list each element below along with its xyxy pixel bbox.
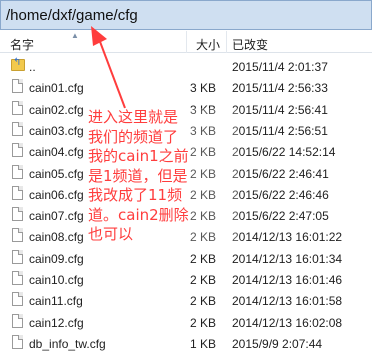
annotation-note: 进入这里就是 我们的频道了 我的cain1之前 是1频道，但是 我改成了11频 道。cai… bbox=[88, 108, 238, 245]
arrow-shaft bbox=[98, 38, 126, 109]
annotation-line: 我改成了11频 bbox=[88, 186, 183, 204]
annotation-line: 我的cain1之前 bbox=[88, 147, 189, 165]
annotation-line: 我们的频道了 bbox=[88, 127, 179, 146]
arrow-head bbox=[91, 26, 107, 46]
annotation-line: 也可以 bbox=[88, 225, 134, 243]
annotation-line: 进入这里就是 bbox=[88, 108, 179, 126]
annotation-line: 是1频道，但是 bbox=[88, 166, 188, 185]
annotation-line: 道。cain2删除 bbox=[88, 205, 189, 224]
